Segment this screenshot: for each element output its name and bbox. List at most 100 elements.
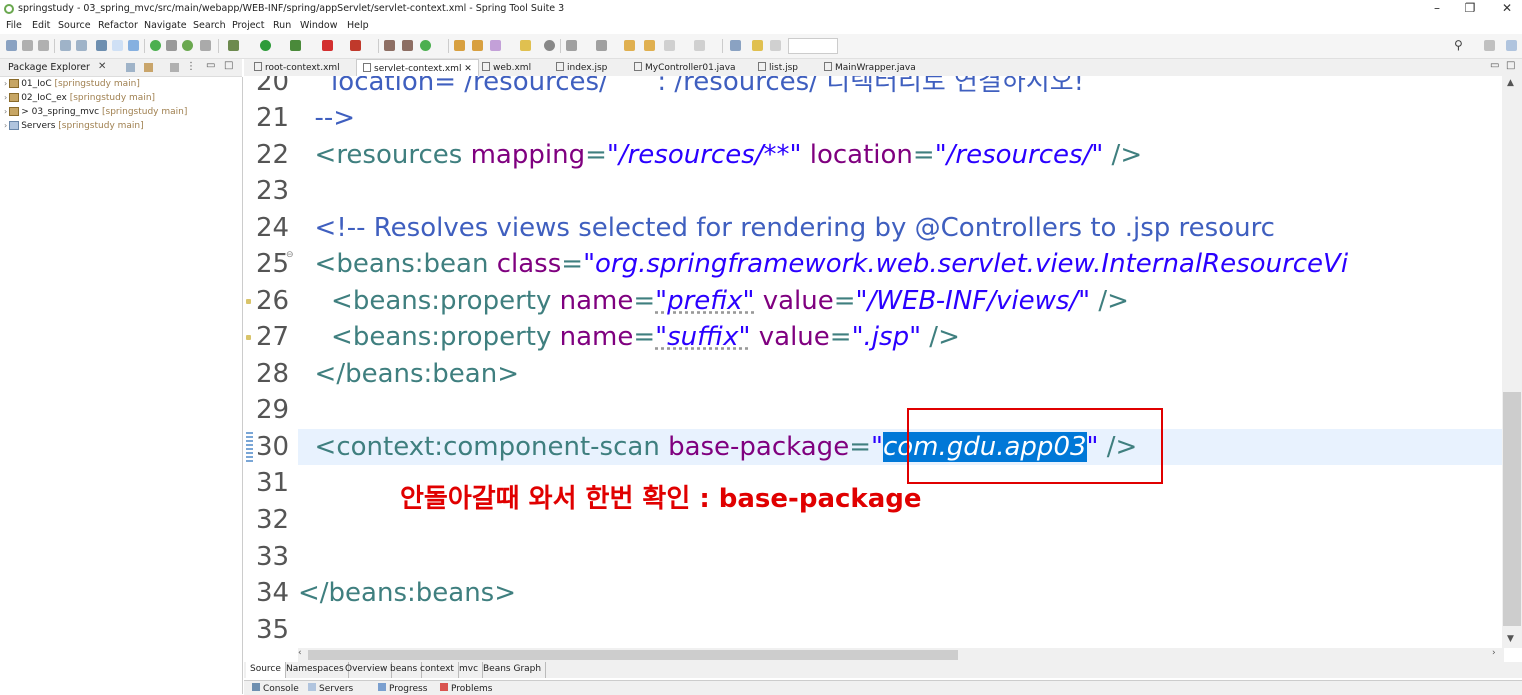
tab-mycontroller01[interactable]: MyController01.java xyxy=(628,59,742,76)
minimize-editor-icon[interactable]: ▭ xyxy=(1490,60,1499,71)
code-editor[interactable]: 20 location= /resources/ : /resources/ 디… xyxy=(244,76,1502,648)
filter-icon[interactable] xyxy=(170,63,179,72)
coverage-icon[interactable] xyxy=(290,40,301,51)
scroll-left-icon[interactable]: ‹ xyxy=(298,648,302,658)
tab-root-context[interactable]: root-context.xml xyxy=(248,59,346,76)
grid-icon[interactable] xyxy=(770,40,781,51)
spring-icon[interactable] xyxy=(150,40,161,51)
tab-servers[interactable]: Servers xyxy=(308,683,353,694)
pin-editor-icon[interactable] xyxy=(730,40,741,51)
tab-index-jsp[interactable]: index.jsp xyxy=(550,59,613,76)
search-icon[interactable]: ⚲ xyxy=(1454,38,1463,52)
stop-icon[interactable] xyxy=(322,40,333,51)
server-icon[interactable] xyxy=(350,40,361,51)
warning-marker-icon[interactable] xyxy=(246,299,251,304)
tab-source[interactable]: Source xyxy=(246,662,286,678)
search-tool-icon[interactable] xyxy=(490,40,501,51)
refresh-icon[interactable] xyxy=(182,40,193,51)
horizontal-scrollbar[interactable]: ‹ › xyxy=(298,648,1504,662)
tree-item-03-spring-mvc[interactable]: › > 03_spring_mvc [springstudy main] xyxy=(4,107,187,120)
combo-box[interactable] xyxy=(788,38,838,54)
scroll-up-icon[interactable]: ▲ xyxy=(1507,78,1514,88)
chevron-right-icon[interactable]: › xyxy=(4,79,7,88)
tab-servlet-context[interactable]: servlet-context.xml ✕ xyxy=(356,59,479,76)
forward-icon[interactable] xyxy=(664,40,675,51)
next-annotation-icon[interactable] xyxy=(566,40,577,51)
menu-search[interactable]: Search xyxy=(193,20,226,31)
save-icon[interactable] xyxy=(22,40,33,51)
scroll-down-icon[interactable]: ▼ xyxy=(1507,634,1514,644)
code-line-33: 33 xyxy=(244,539,1502,575)
debug-icon[interactable] xyxy=(228,40,239,51)
open-resource-icon[interactable] xyxy=(472,40,483,51)
open-perspective-icon[interactable] xyxy=(1484,40,1495,51)
menu-source[interactable]: Source xyxy=(58,20,91,31)
maximize-button[interactable]: ❐ xyxy=(1455,1,1485,15)
save-all-icon[interactable] xyxy=(38,40,49,51)
warning-marker-icon[interactable] xyxy=(246,335,251,340)
tab-namespaces[interactable]: Namespaces xyxy=(282,662,349,678)
tab-overview[interactable]: Overview xyxy=(341,662,393,678)
console-icon[interactable] xyxy=(96,40,107,51)
open-folder-icon[interactable] xyxy=(520,40,531,51)
menu-help[interactable]: Help xyxy=(347,20,369,31)
pen-icon[interactable] xyxy=(752,40,763,51)
menu-file[interactable]: File xyxy=(6,20,22,31)
tab-progress[interactable]: Progress xyxy=(378,683,427,694)
chevron-right-icon[interactable]: › xyxy=(4,121,7,130)
minimize-view-icon[interactable]: ▭ xyxy=(206,60,215,71)
package-explorer-title[interactable]: Package Explorer xyxy=(8,62,90,73)
tab-web-xml[interactable]: web.xml xyxy=(476,59,537,76)
prev-annotation-icon[interactable] xyxy=(596,40,607,51)
last-edit-icon[interactable] xyxy=(624,40,635,51)
scroll-right-icon[interactable]: › xyxy=(1492,648,1496,658)
tree-item-servers[interactable]: › Servers [springstudy main] xyxy=(4,121,144,134)
tab-console[interactable]: Console xyxy=(252,683,299,694)
tab-mainwrapper[interactable]: MainWrapper.java xyxy=(818,59,922,76)
new-class-icon[interactable] xyxy=(420,40,431,51)
maximize-view-icon[interactable]: □ xyxy=(224,60,233,71)
link-editor-icon[interactable] xyxy=(144,63,153,72)
collapse-all-icon[interactable] xyxy=(126,63,135,72)
close-icon[interactable]: ✕ xyxy=(98,61,106,72)
minimize-button[interactable]: – xyxy=(1422,1,1452,15)
tree-item-01-ioc[interactable]: › 01_IoC [springstudy main] xyxy=(4,79,140,92)
menu-edit[interactable]: Edit xyxy=(32,20,50,31)
open-type-icon[interactable] xyxy=(76,40,87,51)
tab-list-jsp[interactable]: list.jsp xyxy=(752,59,804,76)
new-package-icon[interactable] xyxy=(402,40,413,51)
run-icon[interactable] xyxy=(260,40,271,51)
close-button[interactable]: ✕ xyxy=(1492,1,1522,15)
back-icon[interactable] xyxy=(644,40,655,51)
chevron-right-icon[interactable]: › xyxy=(4,107,7,116)
menu-refactor[interactable]: Refactor xyxy=(98,20,138,31)
tool-icon[interactable] xyxy=(200,40,211,51)
change-marker xyxy=(246,432,253,462)
menu-run[interactable]: Run xyxy=(273,20,291,31)
menu-project[interactable]: Project xyxy=(232,20,265,31)
toggle-breadcrumb-icon[interactable] xyxy=(112,40,123,51)
new-icon[interactable] xyxy=(6,40,17,51)
tab-beans-graph[interactable]: Beans Graph xyxy=(479,662,547,678)
maximize-editor-icon[interactable]: □ xyxy=(1506,60,1515,71)
tab-problems[interactable]: Problems xyxy=(440,683,492,694)
menu-navigate[interactable]: Navigate xyxy=(144,20,187,31)
scroll-thumb[interactable] xyxy=(308,650,958,660)
mark-occurrences-icon[interactable] xyxy=(128,40,139,51)
code-text: <resources mapping="/resources/**" locat… xyxy=(298,140,1143,170)
java-perspective-icon[interactable] xyxy=(1506,40,1517,51)
menu-window[interactable]: Window xyxy=(300,20,337,31)
globe-icon[interactable] xyxy=(544,40,555,51)
scroll-thumb[interactable] xyxy=(1503,392,1521,626)
new-java-project-icon[interactable] xyxy=(384,40,395,51)
chevron-right-icon[interactable]: › xyxy=(4,93,7,102)
tab-context[interactable]: context xyxy=(416,662,459,678)
print-icon[interactable] xyxy=(60,40,71,51)
vertical-scrollbar[interactable]: ▲ ▼ xyxy=(1502,76,1522,648)
tree-item-02-ioc-ex[interactable]: › 02_IoC_ex [springstudy main] xyxy=(4,93,155,106)
fold-icon[interactable]: ⊖ xyxy=(286,250,294,260)
forward-arrow-icon[interactable] xyxy=(694,40,705,51)
view-menu-icon[interactable]: ⋮ xyxy=(186,61,196,72)
open-type-folder-icon[interactable] xyxy=(454,40,465,51)
skip-breakpoints-icon[interactable] xyxy=(166,40,177,51)
